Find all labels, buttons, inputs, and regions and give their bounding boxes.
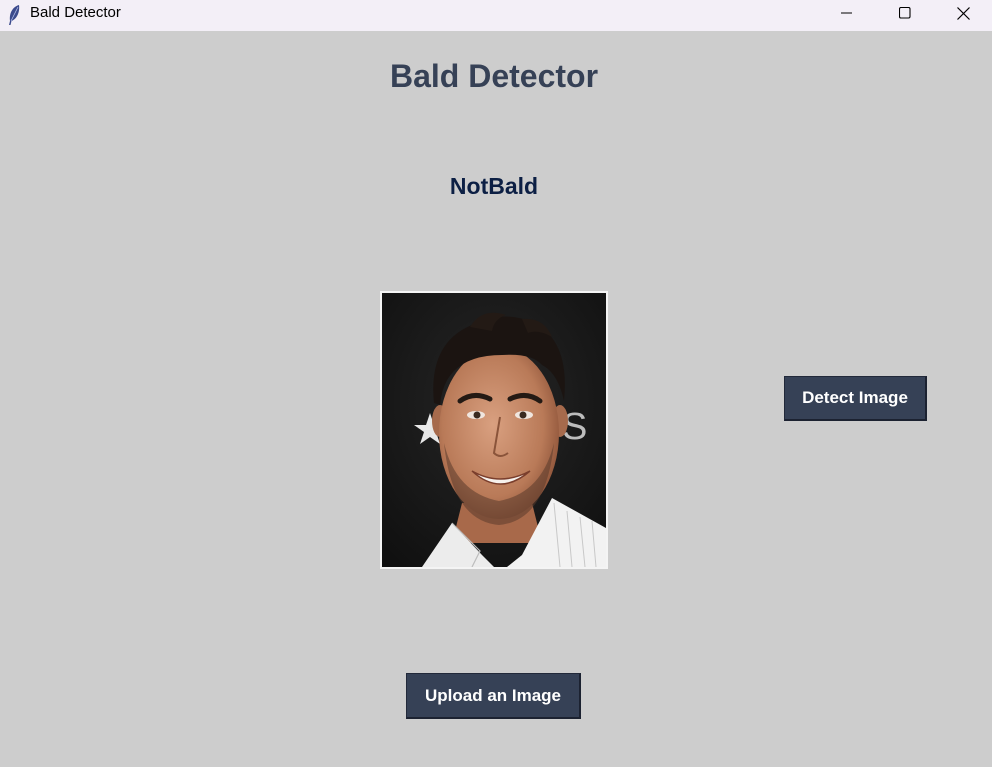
- upload-image-button[interactable]: Upload an Image: [406, 673, 581, 719]
- app-window: Bald Detector Bald Detector NotBald S De…: [0, 0, 992, 767]
- feather-icon: [9, 5, 20, 25]
- window-title: Bald Detector: [30, 4, 121, 21]
- maximize-button[interactable]: [876, 0, 934, 26]
- close-button[interactable]: [934, 0, 992, 26]
- close-icon: [956, 6, 970, 20]
- prediction-result: NotBald: [449, 173, 539, 199]
- maximize-icon: [899, 7, 911, 19]
- minimize-icon: [841, 12, 852, 14]
- uploaded-image: S: [380, 291, 608, 569]
- portrait-photo: S: [382, 293, 606, 567]
- minimize-button[interactable]: [818, 0, 876, 26]
- title-bar: Bald Detector: [0, 0, 992, 31]
- page-title: Bald Detector: [389, 58, 599, 94]
- detect-image-button[interactable]: Detect Image: [784, 376, 927, 421]
